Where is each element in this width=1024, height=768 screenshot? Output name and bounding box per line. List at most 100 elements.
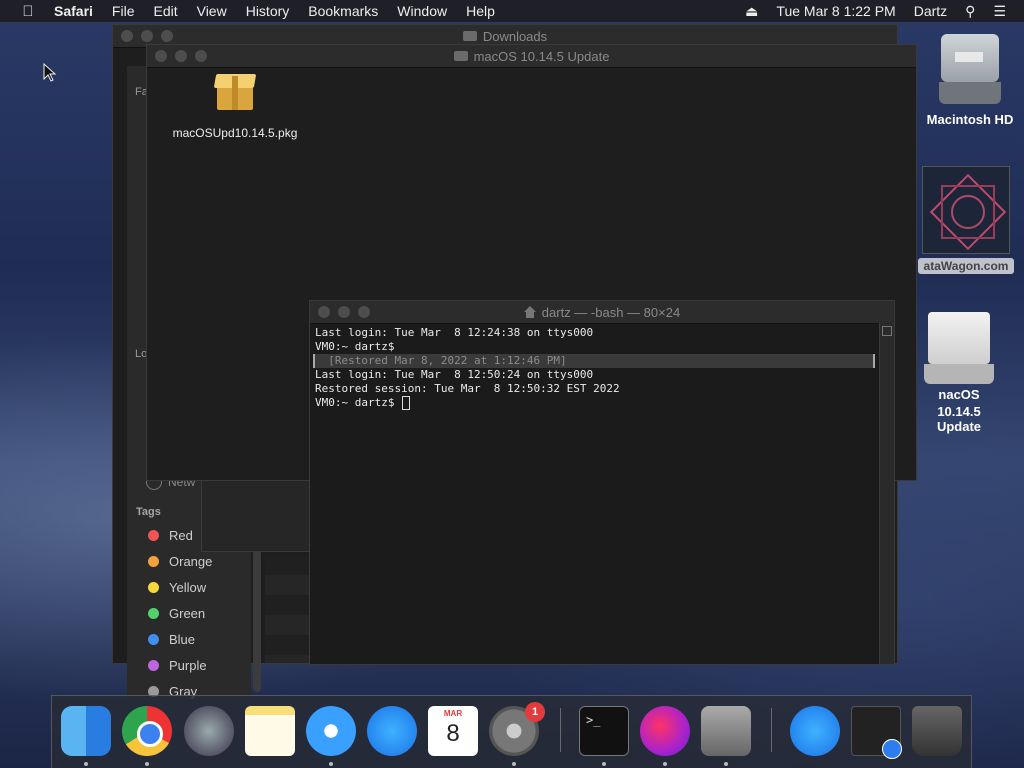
eject-icon[interactable]: ⏏ xyxy=(745,3,758,20)
tag-dot-icon xyxy=(148,556,159,567)
tag-dot-icon xyxy=(148,660,159,671)
dock-chrome-icon[interactable] xyxy=(122,706,172,756)
disk-icon xyxy=(453,51,468,61)
hard-drive-icon xyxy=(935,32,1005,110)
dock-app-store-icon[interactable] xyxy=(367,706,417,756)
running-indicator xyxy=(663,762,667,766)
dock-safari-icon[interactable] xyxy=(306,706,356,756)
sidebar-tag-purple[interactable]: Purple xyxy=(148,658,207,673)
titlebar-update[interactable]: macOS 10.14.5 Update xyxy=(147,45,916,68)
desktop-icon-label: ataWagon.com xyxy=(918,258,1014,274)
dock-app-store-download-icon[interactable] xyxy=(790,706,840,756)
desktop-icon-datawagon[interactable]: ataWagon.com xyxy=(918,166,1014,274)
running-indicator xyxy=(512,762,516,766)
list-icon[interactable]: ☰ xyxy=(993,3,1006,20)
disk-image-icon xyxy=(924,308,994,388)
sidebar-tag-blue[interactable]: Blue xyxy=(148,632,195,647)
datawagon-logo-icon xyxy=(922,166,1010,254)
menu-help[interactable]: Help xyxy=(466,3,495,19)
sidebar-tag-red[interactable]: Red xyxy=(148,528,193,543)
menu-bookmarks[interactable]: Bookmarks xyxy=(308,3,378,19)
menu-view[interactable]: View xyxy=(197,3,227,19)
dock-terminal-icon[interactable]: >_ xyxy=(579,706,629,756)
window-controls xyxy=(318,306,378,318)
sidebar-scrollbar[interactable] xyxy=(253,550,261,692)
sidebar-tag-green[interactable]: Green xyxy=(148,606,205,621)
window-title: dartz — -bash — 80×24 xyxy=(541,304,681,320)
package-icon xyxy=(213,72,257,112)
terminal-prompt: VM0:~ dartz$ xyxy=(315,396,402,409)
sidebar-tag-yellow[interactable]: Yellow xyxy=(148,580,206,595)
menu-window[interactable]: Window xyxy=(397,3,447,19)
zoom-button[interactable] xyxy=(195,50,207,62)
terminal-line: Last login: Tue Mar 8 12:50:24 on ttys00… xyxy=(315,368,594,381)
terminal-scrollbar[interactable] xyxy=(879,323,894,664)
tag-dot-icon xyxy=(148,582,159,593)
close-button[interactable] xyxy=(121,30,133,42)
close-button[interactable] xyxy=(318,306,330,318)
desktop-icon-label: Update xyxy=(936,419,982,434)
desktop-icon-label: nacOS 10.14.5 xyxy=(937,387,981,419)
restored-banner: [Restored Mar 8, 2022 at 1:12:46 PM] xyxy=(313,354,875,368)
calendar-day: 8 xyxy=(446,720,460,747)
terminal-window: dartz — -bash — 80×24 Last login: Tue Ma… xyxy=(309,300,895,665)
window-controls xyxy=(155,50,215,62)
dock-downloads-stack-icon[interactable] xyxy=(851,706,902,759)
tag-dot-icon xyxy=(148,634,159,645)
text-cursor xyxy=(402,396,411,410)
terminal-output[interactable]: Last login: Tue Mar 8 12:24:38 on ttys00… xyxy=(310,323,880,664)
clock[interactable]: Tue Mar 8 1:22 PM xyxy=(776,3,895,19)
dock-separator xyxy=(560,708,561,752)
window-title: macOS 10.14.5 Update xyxy=(473,48,610,64)
desktop-icon-label: Macintosh HD xyxy=(926,112,1014,127)
dock-trash-icon[interactable] xyxy=(912,706,962,756)
dock-calendar-icon[interactable]: MAR 8 xyxy=(428,706,478,756)
search-icon[interactable]: ⚲ xyxy=(965,3,975,20)
sidebar-tag-orange[interactable]: Orange xyxy=(148,554,212,569)
titlebar-terminal[interactable]: dartz — -bash — 80×24 xyxy=(310,301,894,324)
file-name: macOSUpd10.14.5.pkg xyxy=(172,126,298,140)
window-title: Downloads xyxy=(482,28,548,44)
running-indicator xyxy=(724,762,728,766)
close-button[interactable] xyxy=(155,50,167,62)
calendar-month: MAR xyxy=(443,709,463,718)
user-menu[interactable]: Dartz xyxy=(914,3,947,19)
menu-edit[interactable]: Edit xyxy=(153,3,177,19)
file-item-pkg[interactable]: macOSUpd10.14.5.pkg xyxy=(170,72,300,140)
minimize-button[interactable] xyxy=(338,306,350,318)
minimize-button[interactable] xyxy=(175,50,187,62)
menu-bar:  Safari File Edit View History Bookmark… xyxy=(0,0,1024,22)
split-pane-icon[interactable] xyxy=(882,326,892,336)
dock-installer-icon[interactable] xyxy=(640,706,690,756)
terminal-glyph: >_ xyxy=(586,713,601,727)
mouse-pointer-icon xyxy=(43,63,57,82)
tag-dot-icon xyxy=(148,608,159,619)
apple-icon[interactable]:  xyxy=(18,3,38,20)
home-icon xyxy=(523,306,536,318)
terminal-prompt-line[interactable]: VM0:~ dartz$ xyxy=(315,396,875,410)
dock-separator xyxy=(771,708,772,752)
zoom-button[interactable] xyxy=(161,30,173,42)
terminal-line: VM0:~ dartz$ xyxy=(315,340,395,353)
dock-finder-icon[interactable] xyxy=(61,706,111,756)
dock-launchpad-icon[interactable] xyxy=(184,706,234,756)
dock-disk-utility-icon[interactable] xyxy=(701,706,751,756)
minimize-button[interactable] xyxy=(141,30,153,42)
menu-app-safari[interactable]: Safari xyxy=(54,3,93,19)
terminal-line: Last login: Tue Mar 8 12:24:38 on ttys00… xyxy=(315,326,594,339)
file-list-rows xyxy=(265,555,310,663)
tag-dot-icon xyxy=(148,530,159,541)
desktop-icon-macintosh-hd[interactable]: Macintosh HD xyxy=(918,32,1022,127)
terminal-line: Restored session: Tue Mar 8 12:50:32 EST… xyxy=(315,382,620,395)
desktop-icon-update-volume[interactable]: nacOS 10.14.5 Update xyxy=(918,308,1000,435)
menu-extras: ⏏ Tue Mar 8 1:22 PM Dartz ⚲ ☰ xyxy=(745,0,1024,22)
menu-file[interactable]: File xyxy=(112,3,135,19)
safari-badge-icon xyxy=(882,739,902,759)
background-panel xyxy=(201,480,311,552)
dock-notes-icon[interactable] xyxy=(245,706,295,756)
zoom-button[interactable] xyxy=(358,306,370,318)
running-indicator xyxy=(602,762,606,766)
menu-history[interactable]: History xyxy=(246,3,290,19)
running-indicator xyxy=(145,762,149,766)
notification-badge: 1 xyxy=(525,702,545,722)
